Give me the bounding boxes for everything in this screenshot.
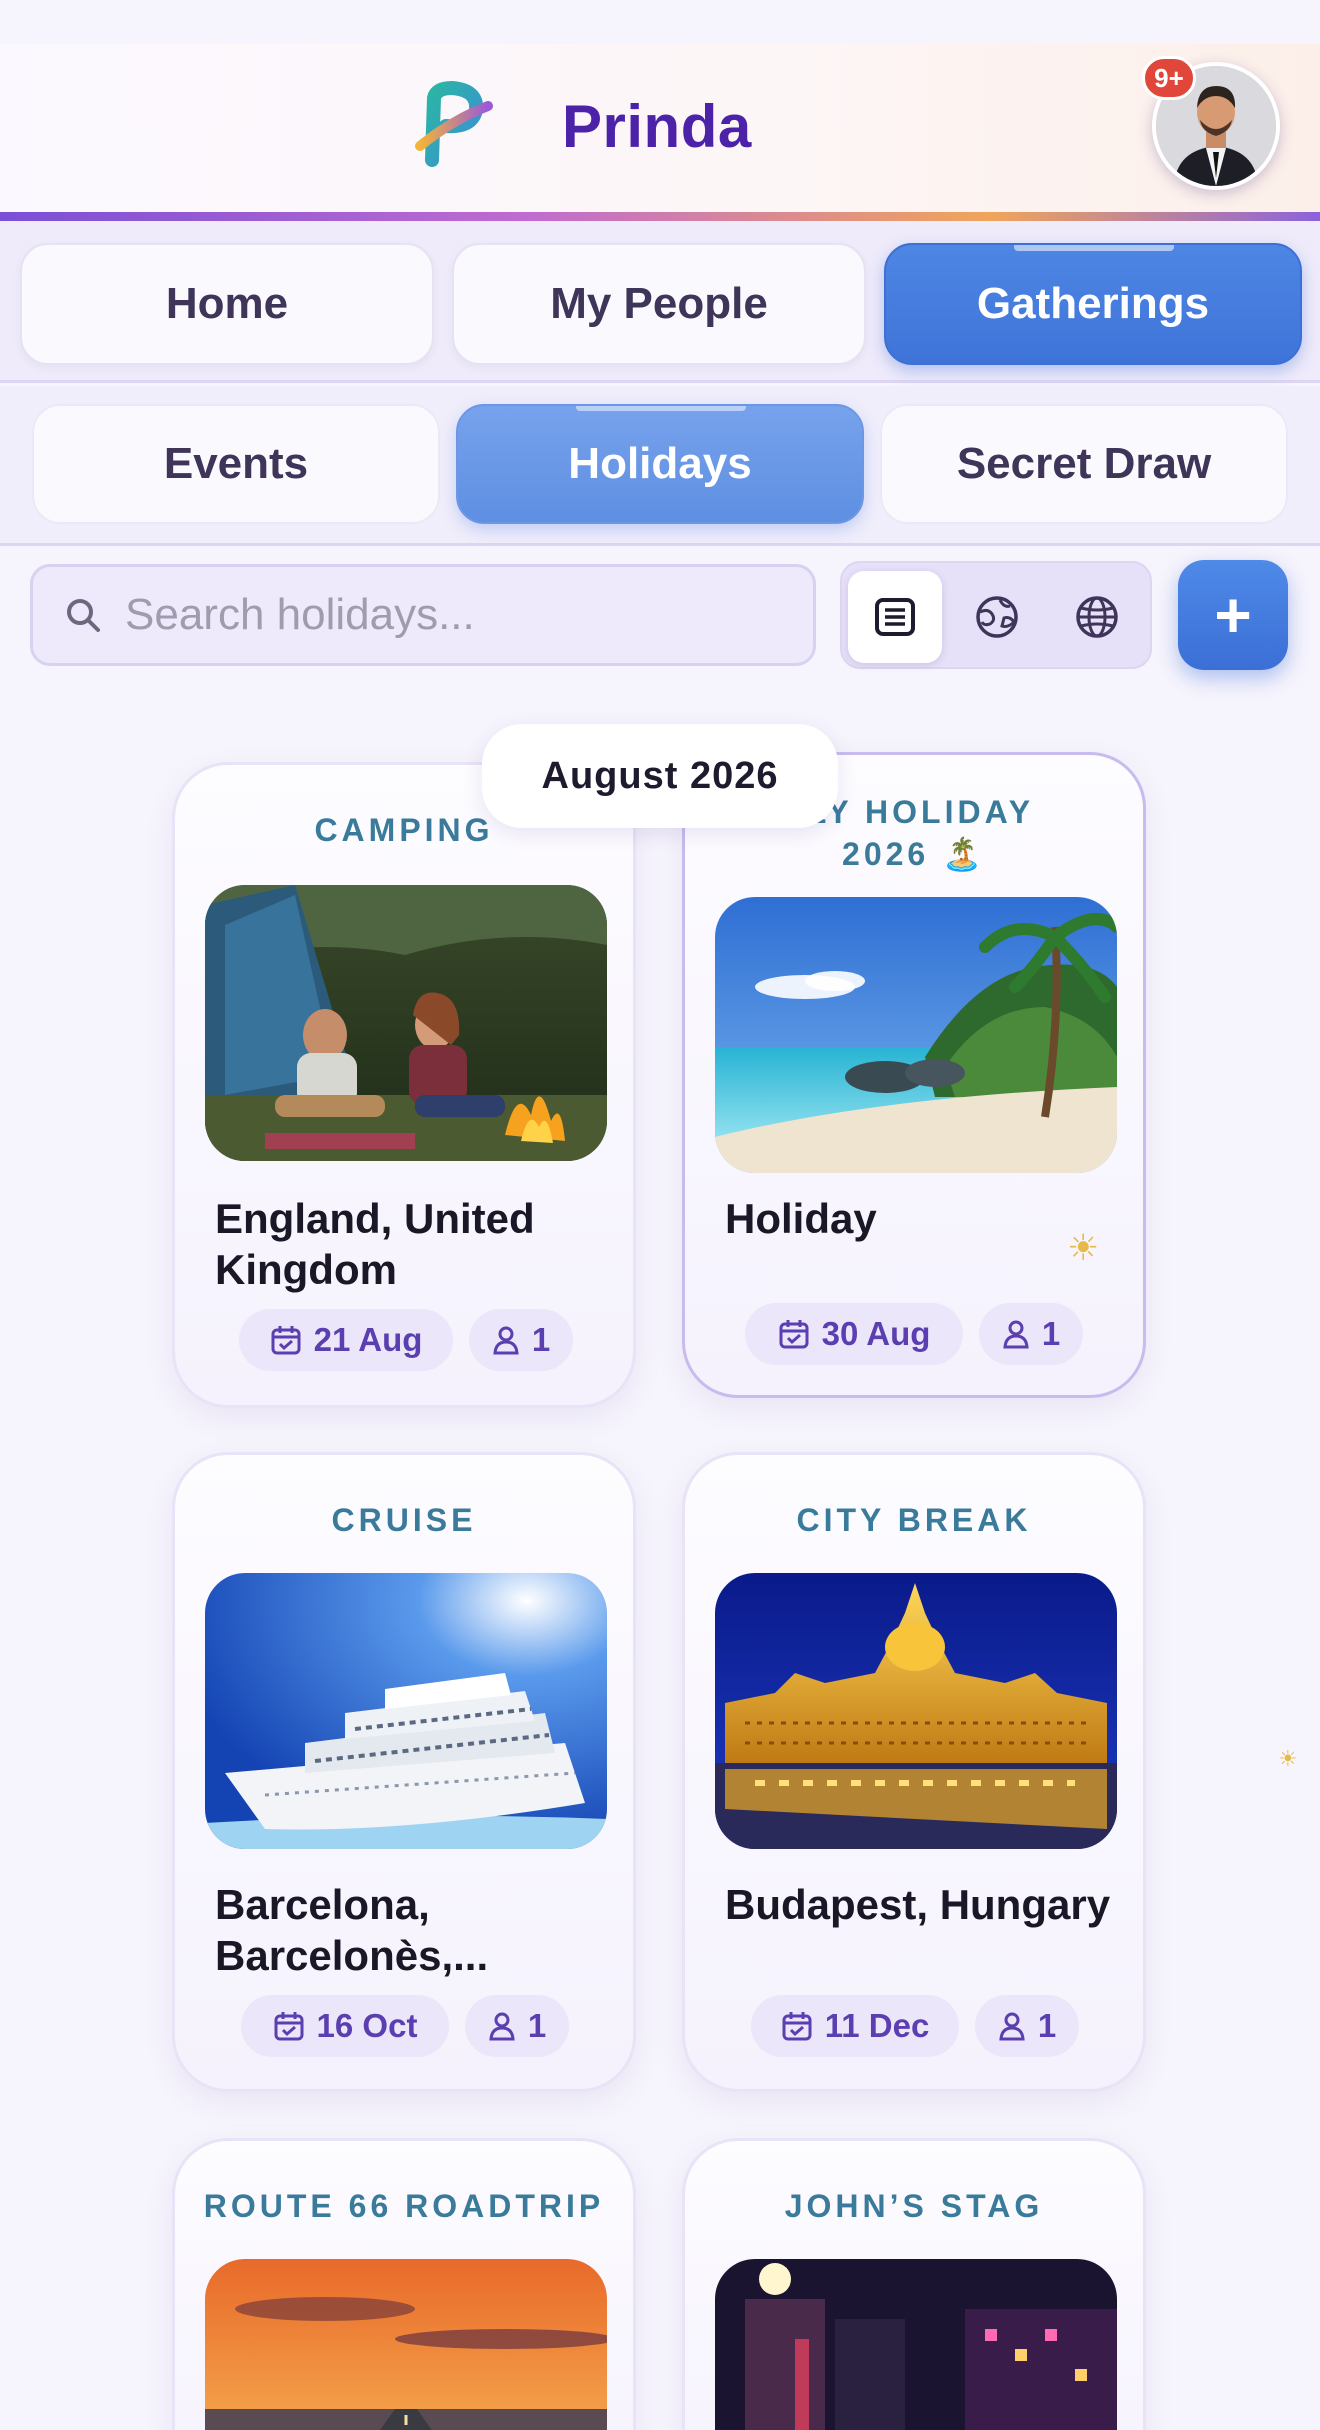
card-location: England, United Kingdom (215, 1195, 535, 1293)
list-view-button[interactable] (848, 571, 942, 663)
date-text: 11 Dec (824, 2007, 930, 2044)
people-count-pill: 1 (975, 1995, 1079, 2057)
tab-home[interactable]: Home (20, 243, 434, 365)
card-location: Holiday (725, 1195, 877, 1242)
card-location: Barcelona, Barcelonès,... (215, 1881, 489, 1979)
status-bar (0, 0, 1320, 44)
date-pill: 16 Oct (241, 1995, 449, 2057)
card-category: CRUISE (331, 1502, 477, 1538)
people-count-pill: 1 (979, 1303, 1083, 1365)
tab-secret-draw[interactable]: Secret Draw (880, 404, 1288, 524)
person-icon (1003, 1320, 1029, 1349)
date-text: 21 Aug (313, 1321, 423, 1358)
card-category: ROUTE 66 ROADTRIP (203, 2188, 605, 2224)
holiday-card[interactable]: CITY BREAK Budapest, Hungary 11 Dec 1 (682, 1452, 1146, 2092)
cruise-ship-photo (205, 1573, 607, 1849)
secondary-tab-bar: Events Holidays Secret Draw (0, 386, 1320, 546)
app-logo (412, 80, 502, 170)
holiday-card[interactable]: ILY HOLIDAY 2026 🏝️ Holiday ☀ 30 Aug 1 (682, 752, 1146, 1398)
sun-icon: ☀ (1278, 1746, 1298, 1771)
view-mode-toggle (840, 561, 1152, 669)
date-pill: 30 Aug (745, 1303, 963, 1365)
search-input[interactable] (125, 590, 785, 640)
calendar-icon (274, 2012, 304, 2041)
notification-badge: 9+ (1142, 56, 1196, 100)
night-city-photo (715, 2259, 1117, 2430)
people-count: 1 (1041, 1315, 1061, 1352)
month-header: August 2026 (482, 724, 838, 828)
holiday-card[interactable]: CRUISE Barcelona, Barcelonès,... 16 Oct (172, 1452, 636, 2092)
globe-view-button[interactable] (1050, 571, 1144, 663)
camping-photo (205, 885, 607, 1161)
person-icon (489, 2012, 515, 2041)
card-location: Budapest, Hungary (725, 1881, 1111, 1928)
date-text: 16 Oct (316, 2007, 418, 2044)
globe-icon (1076, 596, 1118, 638)
tab-my-people[interactable]: My People (452, 243, 866, 365)
app-title: Prinda (562, 93, 752, 160)
map-view-button[interactable] (950, 571, 1044, 663)
holiday-card[interactable]: ROUTE 66 ROADTRIP (172, 2138, 636, 2430)
primary-tab-bar: Home My People Gatherings (0, 221, 1320, 383)
card-category-line2: 2026 🏝️ (842, 836, 986, 872)
people-count: 1 (1037, 2007, 1057, 2044)
date-pill: 11 Dec (751, 1995, 959, 2057)
calendar-icon (782, 2012, 812, 2041)
sun-icon: ☀ (1067, 1227, 1100, 1268)
search-icon (67, 599, 100, 632)
people-count-pill: 1 (469, 1309, 573, 1371)
people-count: 1 (531, 1321, 551, 1358)
map-globe-icon (976, 596, 1018, 638)
holiday-card[interactable]: JOHN’S STAG (682, 2138, 1146, 2430)
holiday-card[interactable]: CAMPING England, United Kingdom 21 Aug 1 (172, 762, 636, 1408)
person-icon (493, 1326, 519, 1355)
tab-gatherings[interactable]: Gatherings (884, 243, 1302, 365)
people-count-pill: 1 (465, 1995, 569, 2057)
calendar-icon (271, 1326, 301, 1355)
beach-photo (715, 897, 1117, 1173)
tab-events[interactable]: Events (32, 404, 440, 524)
tab-holidays[interactable]: Holidays (456, 404, 864, 524)
card-category: CITY BREAK (796, 1502, 1032, 1538)
date-text: 30 Aug (821, 1315, 931, 1352)
people-count: 1 (527, 2007, 547, 2044)
person-icon (999, 2012, 1025, 2041)
card-category: JOHN’S STAG (784, 2188, 1044, 2224)
calendar-icon (779, 1320, 809, 1349)
parliament-photo (715, 1573, 1117, 1849)
add-holiday-button[interactable]: + (1178, 560, 1288, 670)
header-divider (0, 212, 1320, 221)
search-field[interactable] (30, 564, 816, 666)
sunset-road-photo (205, 2259, 607, 2430)
date-pill: 21 Aug (239, 1309, 453, 1371)
list-icon (875, 598, 915, 636)
profile-avatar-button[interactable]: 9+ (1142, 56, 1282, 192)
